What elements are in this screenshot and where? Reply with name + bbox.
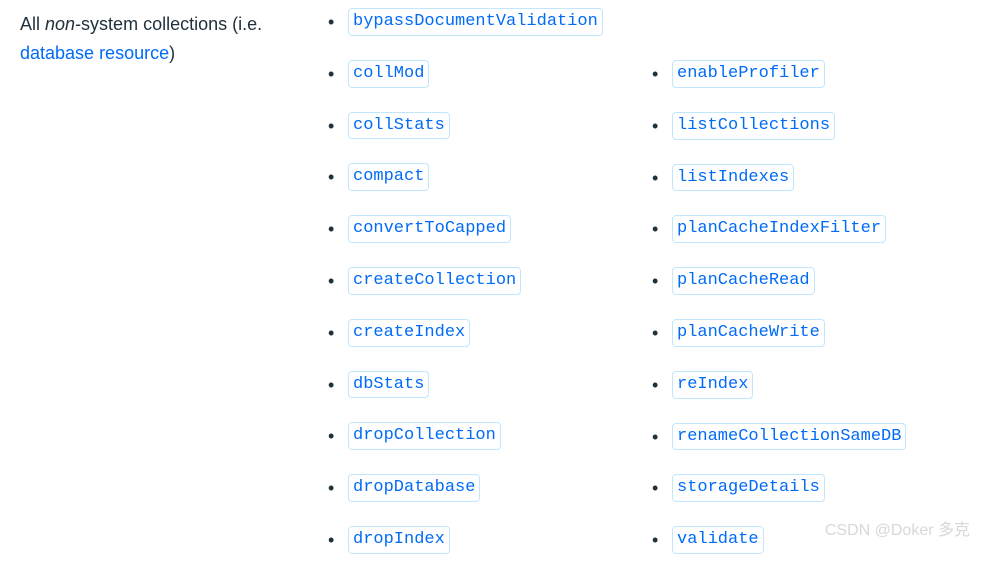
list-item: renameCollectionSameDB <box>644 423 968 451</box>
list-item: storageDetails <box>644 474 968 502</box>
action-link-dropIndex[interactable]: dropIndex <box>348 526 450 554</box>
list-item: convertToCapped <box>320 215 644 243</box>
list-item: listIndexes <box>644 164 968 192</box>
action-link-enableProfiler[interactable]: enableProfiler <box>672 60 825 88</box>
list-item: dbStats <box>320 371 644 399</box>
action-link-createCollection[interactable]: createCollection <box>348 267 521 295</box>
actions-list-right: enableProfiler listCollections listIndex… <box>644 60 968 554</box>
action-link-planCacheIndexFilter[interactable]: planCacheIndexFilter <box>672 215 886 243</box>
list-item: createIndex <box>320 319 644 347</box>
desc-middle: -system collections (i.e. <box>75 14 262 34</box>
list-item: compact <box>320 163 644 191</box>
list-item: collStats <box>320 112 644 140</box>
description-text: All non-system collections (i.e. databas… <box>20 10 320 68</box>
content-container: All non-system collections (i.e. databas… <box>0 0 988 586</box>
database-resource-link[interactable]: database resource <box>20 43 169 63</box>
action-link-bypassDocumentValidation[interactable]: bypassDocumentValidation <box>348 8 603 36</box>
list-item: createCollection <box>320 267 644 295</box>
actions-column-right: enableProfiler listCollections listIndex… <box>644 8 968 578</box>
list-item: dropIndex <box>320 526 644 554</box>
action-link-dropDatabase[interactable]: dropDatabase <box>348 474 480 502</box>
list-item: reIndex <box>644 371 968 399</box>
desc-suffix: ) <box>169 43 175 63</box>
action-link-collStats[interactable]: collStats <box>348 112 450 140</box>
list-item: dropDatabase <box>320 474 644 502</box>
action-link-storageDetails[interactable]: storageDetails <box>672 474 825 502</box>
action-link-convertToCapped[interactable]: convertToCapped <box>348 215 511 243</box>
list-item: listCollections <box>644 112 968 140</box>
action-link-createIndex[interactable]: createIndex <box>348 319 470 347</box>
action-link-collMod[interactable]: collMod <box>348 60 429 88</box>
actions-columns: bypassDocumentValidation collMod collSta… <box>320 8 968 578</box>
desc-prefix: All <box>20 14 45 34</box>
action-link-renameCollectionSameDB[interactable]: renameCollectionSameDB <box>672 423 906 451</box>
desc-italic: non <box>45 14 75 34</box>
list-item: bypassDocumentValidation <box>320 8 644 36</box>
action-link-validate[interactable]: validate <box>672 526 764 554</box>
list-item: validate <box>644 526 968 554</box>
actions-column-left: bypassDocumentValidation collMod collSta… <box>320 8 644 578</box>
list-item: enableProfiler <box>644 60 968 88</box>
actions-list-left: bypassDocumentValidation collMod collSta… <box>320 8 644 554</box>
action-link-planCacheRead[interactable]: planCacheRead <box>672 267 815 295</box>
list-item: collMod <box>320 60 644 88</box>
action-link-planCacheWrite[interactable]: planCacheWrite <box>672 319 825 347</box>
action-link-compact[interactable]: compact <box>348 163 429 191</box>
list-item: dropCollection <box>320 422 644 450</box>
description-column: All non-system collections (i.e. databas… <box>20 8 320 578</box>
list-item: planCacheIndexFilter <box>644 215 968 243</box>
action-link-listIndexes[interactable]: listIndexes <box>672 164 794 192</box>
action-link-dbStats[interactable]: dbStats <box>348 371 429 399</box>
list-item: planCacheWrite <box>644 319 968 347</box>
action-link-listCollections[interactable]: listCollections <box>672 112 835 140</box>
list-item: planCacheRead <box>644 267 968 295</box>
action-link-dropCollection[interactable]: dropCollection <box>348 422 501 450</box>
action-link-reIndex[interactable]: reIndex <box>672 371 753 399</box>
